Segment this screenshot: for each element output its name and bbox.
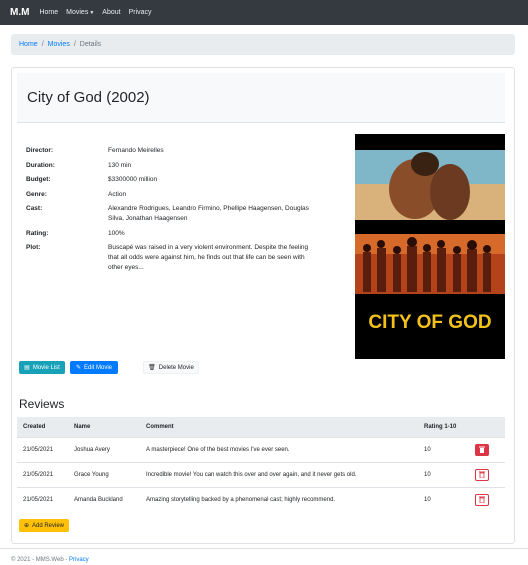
cell-rating: 10 [418,486,469,512]
delete-movie-button[interactable]: 🗑 Delete Movie [143,361,199,374]
detail-label: Cast: [26,205,43,212]
cell-created: 21/05/2021 [17,461,68,487]
detail-label: Director: [26,147,54,154]
footer-privacy-link[interactable]: Privacy [69,557,89,563]
edit-icon: ✎ [75,365,81,371]
detail-value: Fernando Meirelles [108,147,164,154]
table-row: 21/05/2021 Amanda Buckland Amazing story… [17,486,505,512]
movie-list-button[interactable]: ▤ Movie List [19,361,65,374]
cell-created: 21/05/2021 [17,486,68,512]
col-rating: Rating 1-10 [418,417,469,437]
nav-privacy[interactable]: Privacy [129,9,152,16]
col-name: Name [68,417,140,437]
poster-title: CITY OF GOD [368,312,491,333]
cell-name: Grace Young [68,461,140,487]
footer-divider [0,548,528,549]
detail-value: $3300000 million [108,176,158,183]
detail-label: Duration: [26,161,55,169]
breadcrumb-home[interactable]: Home [19,41,38,48]
delete-review-button[interactable] [475,493,489,506]
movie-list-label: Movie List [32,364,60,371]
footer-text: © 2021 - MMS.Web - [11,557,69,563]
delete-review-button[interactable] [475,443,489,456]
detail-row-cast: Cast: Alexandre Rodrigues, Leandro Firmi… [26,204,326,224]
trash-icon [479,496,485,504]
detail-label: Plot: [26,244,41,251]
cell-rating: 10 [418,461,469,487]
detail-label: Genre: [26,190,47,198]
edit-movie-label: Edit Movie [84,364,113,371]
detail-row-director: Director: Fernando Meirelles [26,146,326,156]
breadcrumb-separator: / [41,41,44,48]
cell-comment: A masterpiece! One of the best movies I'… [140,436,418,462]
cell-rating: 10 [418,436,469,462]
detail-value: 100% [108,229,125,237]
cell-name: Joshua Avery [68,436,140,462]
brand-logo[interactable]: M.M [10,7,29,18]
cell-created: 21/05/2021 [17,436,68,462]
edit-movie-button[interactable]: ✎ Edit Movie [70,361,118,374]
breadcrumb-current: Details [79,41,102,48]
breadcrumb-movies[interactable]: Movies [48,41,70,48]
detail-row-genre: Genre: Action [26,190,326,200]
table-row: 21/05/2021 Grace Young Incredible movie!… [17,461,505,487]
table-row: 21/05/2021 Joshua Avery A masterpiece! O… [17,436,505,462]
col-created: Created [17,417,68,437]
add-review-label: Add Review [32,522,65,529]
add-review-button[interactable]: ⊕ Add Review [19,519,69,532]
breadcrumb-separator: / [73,41,76,48]
nav-movies-dropdown[interactable]: Movies▼ [66,9,94,16]
page-title: City of God (2002) [27,89,150,106]
footer: © 2021 - MMS.Web - Privacy [11,557,89,563]
detail-value: Alexandre Rodrigues, Leandro Firmino, Ph… [108,205,309,222]
movie-details: Director: Fernando Meirelles Duration: 1… [26,146,326,278]
trash-icon [479,471,485,478]
cell-comment: Amazing storytelling backed by a phenome… [140,486,418,512]
col-comment: Comment [140,417,418,437]
nav-movies-label: Movies [66,9,89,16]
movie-header: City of God (2002) [17,73,505,123]
nav-home[interactable]: Home [39,9,58,16]
cell-comment: Incredible movie! You can watch this ove… [140,461,418,487]
plus-icon: ⊕ [23,523,29,529]
trash-icon [479,446,485,453]
caret-down-icon: ▼ [89,10,95,16]
delete-review-button[interactable] [475,468,489,481]
detail-row-duration: Duration: 130 min [26,161,326,171]
detail-label: Budget: [26,176,51,183]
detail-value: Action [108,190,127,198]
navbar: M.M Home Movies▼ About Privacy [0,0,528,25]
list-icon: ▤ [24,365,30,371]
cell-name: Amanda Buckland [68,486,140,512]
detail-label: Rating: [26,229,49,237]
detail-row-budget: Budget: $3300000 million [26,175,326,185]
reviews-table: Created Name Comment Rating 1-10 21/05/2… [17,417,505,512]
trash-icon: 🗑 [148,365,156,371]
detail-value: Buscapé was raised in a very violent env… [108,244,309,271]
delete-movie-label: Delete Movie [158,364,194,371]
reviews-heading: Reviews [19,397,65,411]
poster-image: CITY OF GOD [355,134,505,359]
nav-about[interactable]: About [102,9,120,16]
detail-value: 130 min [108,161,132,169]
detail-row-plot: Plot: Buscapé was raised in a very viole… [26,243,326,273]
movie-poster: CITY OF GOD [355,134,505,359]
detail-row-rating: Rating: 100% [26,229,326,239]
table-header-row: Created Name Comment Rating 1-10 [17,417,505,437]
breadcrumb: Home / Movies / Details [11,34,515,55]
col-actions [469,417,505,437]
